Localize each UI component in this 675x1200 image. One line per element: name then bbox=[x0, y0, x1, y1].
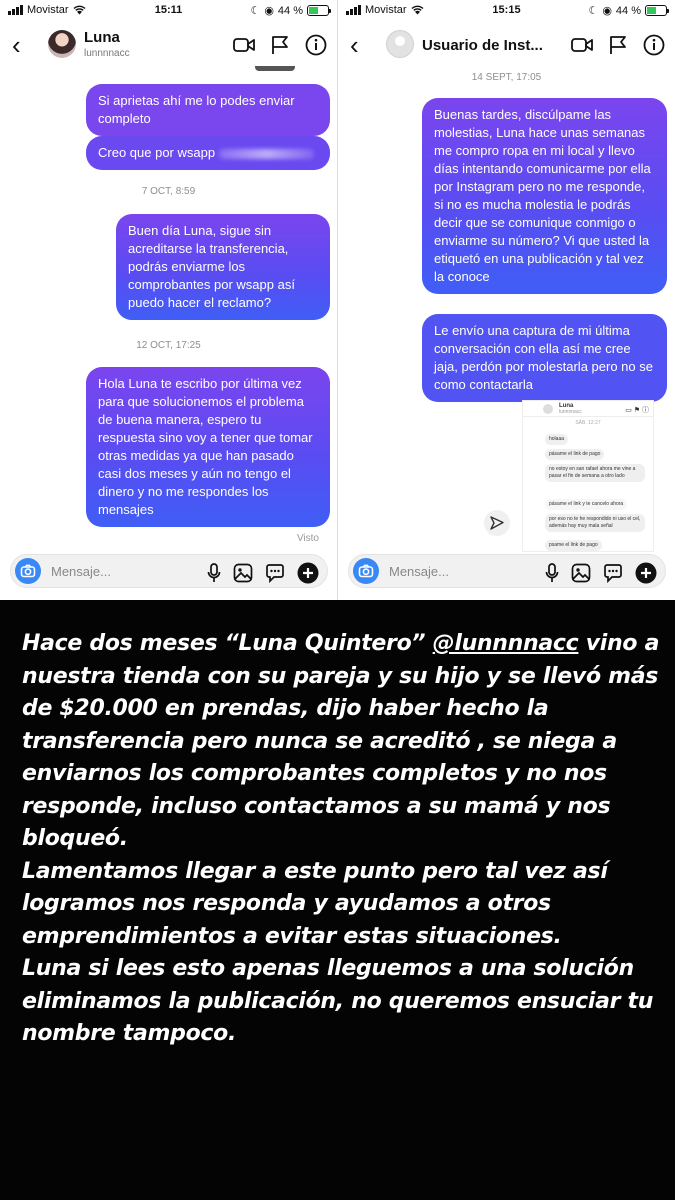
story-paragraph: Hace dos meses “Luna Quintero” @lunnnnac… bbox=[22, 631, 660, 851]
message-input[interactable]: Mensaje... bbox=[389, 564, 449, 579]
info-icon[interactable] bbox=[305, 34, 327, 56]
status-bar: Movistar 15:15 ☾ ◉ 44 % bbox=[338, 0, 675, 22]
message-timestamp: 12 OCT, 17:25 bbox=[136, 340, 201, 351]
info-icon: ▭ ⚑ ⓘ bbox=[625, 407, 649, 414]
status-bar: Movistar 15:11 ☾ ◉ 44 % bbox=[0, 0, 337, 22]
message-bubble: Si aprietas ahí me lo podes enviar compl… bbox=[86, 84, 330, 136]
mention-link[interactable]: @lunnnnacc bbox=[433, 631, 579, 656]
contact-name[interactable]: Luna bbox=[84, 29, 120, 46]
send-icon[interactable] bbox=[484, 510, 510, 536]
avatar[interactable] bbox=[386, 30, 414, 58]
microphone-icon[interactable] bbox=[207, 563, 221, 583]
message-bubble: Buenas tardes, discúlpame las molestias,… bbox=[422, 98, 667, 294]
message-timestamp: 14 SEPT, 17:05 bbox=[471, 72, 542, 83]
battery-percent: 44 % bbox=[277, 4, 303, 17]
chat-header: ‹ Usuario de Inst... bbox=[338, 24, 675, 68]
add-icon[interactable] bbox=[635, 562, 657, 584]
list-item: pásame el link de pago bbox=[545, 449, 605, 460]
media-thumbnail-edge bbox=[255, 66, 295, 71]
story-paragraph: Luna si lees esto apenas lleguemos a una… bbox=[22, 956, 654, 1046]
contact-username: lunnnnacc bbox=[84, 48, 130, 59]
list-item: holaaa bbox=[545, 434, 569, 445]
left-chat-panel: Movistar 15:11 ☾ ◉ 44 % ‹ Luna lunnnnacc bbox=[0, 0, 337, 600]
list-item: no estoy en san rafael ahora me vine a p… bbox=[545, 464, 645, 482]
camera-icon[interactable] bbox=[15, 558, 41, 584]
message-bubble: Hola Luna te escribo por última vez para… bbox=[86, 367, 330, 527]
add-icon[interactable] bbox=[297, 562, 319, 584]
info-icon[interactable] bbox=[643, 34, 665, 56]
message-input[interactable]: Mensaje... bbox=[51, 564, 111, 579]
moon-icon: ☾ bbox=[250, 5, 261, 17]
back-chevron-icon[interactable]: ‹ bbox=[350, 32, 359, 58]
screenshots-area: Movistar 15:11 ☾ ◉ 44 % ‹ Luna lunnnnacc bbox=[0, 0, 675, 600]
flag-icon[interactable] bbox=[609, 35, 627, 55]
message-bubble: Le envío una captura de mi última conver… bbox=[422, 314, 667, 402]
message-bubble: Buen día Luna, sigue sin acreditarse la … bbox=[116, 214, 330, 320]
microphone-icon[interactable] bbox=[545, 563, 559, 583]
back-chevron-icon[interactable]: ‹ bbox=[12, 32, 21, 58]
message-composer[interactable]: Mensaje... bbox=[10, 554, 328, 588]
list-item: psame el link de pago bbox=[545, 540, 602, 551]
flag-icon[interactable] bbox=[271, 35, 289, 55]
moon-icon: ☾ bbox=[588, 5, 599, 17]
story-text: Hace dos meses “Luna Quintero” @lunnnnac… bbox=[22, 628, 662, 1051]
shared-screenshot-image[interactable]: Luna lunnnnacc ▭ ⚑ ⓘ SÁB. 12:27 holaaa p… bbox=[522, 400, 654, 552]
location-icon: ◉ bbox=[264, 5, 274, 17]
list-item: por eso no te he respondido ni uso el ce… bbox=[545, 514, 645, 532]
camera-icon[interactable] bbox=[353, 558, 379, 584]
battery-percent: 44 % bbox=[615, 4, 641, 17]
message-bubble: Creo que por wsapp bbox=[86, 136, 330, 170]
avatar[interactable] bbox=[48, 30, 76, 58]
chat-header: ‹ Luna lunnnnacc bbox=[0, 24, 337, 68]
list-item: pásame el link y te cancelo ahora bbox=[545, 499, 628, 510]
gallery-icon[interactable] bbox=[571, 563, 591, 583]
seen-indicator: Visto bbox=[296, 533, 319, 544]
message-composer[interactable]: Mensaje... bbox=[348, 554, 666, 588]
message-timestamp: 7 OCT, 8:59 bbox=[141, 186, 196, 197]
contact-name[interactable]: Usuario de Inst... bbox=[422, 37, 562, 54]
video-icon[interactable] bbox=[571, 37, 593, 53]
battery-icon bbox=[645, 5, 669, 16]
video-icon[interactable] bbox=[233, 37, 255, 53]
blurred-number bbox=[218, 148, 314, 159]
location-icon: ◉ bbox=[602, 5, 612, 17]
sticker-icon[interactable] bbox=[603, 563, 623, 583]
sticker-icon[interactable] bbox=[265, 563, 285, 583]
gallery-icon[interactable] bbox=[233, 563, 253, 583]
battery-icon bbox=[307, 5, 331, 16]
story-paragraph: Lamentamos llegar a este punto pero tal … bbox=[22, 858, 608, 949]
avatar bbox=[543, 404, 553, 414]
